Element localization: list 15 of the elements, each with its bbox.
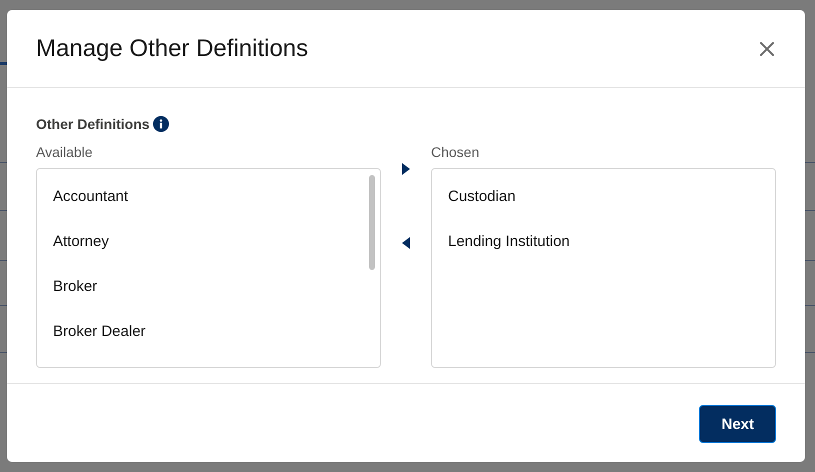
- field-label: Other Definitions: [36, 116, 150, 132]
- move-right-button[interactable]: [401, 162, 411, 176]
- list-option[interactable]: Accountant: [37, 178, 380, 223]
- list-option[interactable]: Broker: [37, 268, 380, 313]
- list-option[interactable]: Attorney: [37, 223, 380, 268]
- list-option[interactable]: Broker Dealer: [37, 313, 380, 358]
- scrollbar-thumb[interactable]: [369, 175, 375, 270]
- list-option[interactable]: Lending Institution: [432, 223, 775, 268]
- list-label: Available: [36, 144, 94, 160]
- next-button[interactable]: Next: [699, 405, 776, 443]
- info-icon[interactable]: [152, 116, 169, 132]
- list-option[interactable]: Custodian: [432, 178, 775, 223]
- move-left-button[interactable]: [401, 236, 411, 250]
- modal-title: Manage Other Definitions: [36, 34, 308, 62]
- list-label: Chosen: [431, 144, 480, 160]
